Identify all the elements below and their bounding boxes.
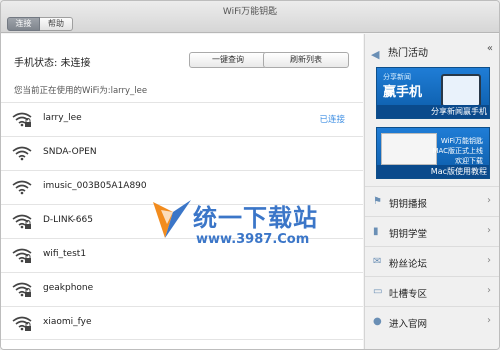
wifi-icon [12,214,32,229]
bookmark-icon: ▮ [373,226,379,237]
sidebar: ◀ 热门活动 « 分享新闻 赢手机 分享新闻赢手机 WiFi万能钥匙 MAC版正式… [364,34,499,349]
wifi-icon [12,248,32,263]
phone-status: 手机状态: 未连接 [14,58,91,69]
title-bar: WiFi万能钥匙 连接 帮助 [1,1,499,33]
sidebar-item-label: 粉丝论坛 [389,259,428,270]
current-wifi-text: 您当前正在使用的WiFi为:larry_lee [14,86,148,96]
tab-help[interactable]: 帮助 [40,17,73,31]
window-title: WiFi万能钥匙 [222,7,278,17]
sidebar-item-label: 进入官网 [389,319,428,330]
comment-icon: ▭ [373,286,383,297]
watermark-logo-icon [153,200,191,238]
banner2-line1: WiFi万能钥匙 [440,137,483,145]
screenshot-image [381,133,437,165]
sidebar-item-complaints[interactable]: ▭ 吐槽专区 › [365,276,499,306]
user-icon: ● [373,316,382,327]
hot-events-label: 热门活动 [388,48,428,59]
connected-status: 已连接 [319,115,345,125]
chevron-right-icon: › [487,225,491,236]
wifi-ssid: D-LINK-665 [43,215,93,225]
tab-connect[interactable]: 连接 [7,17,40,31]
tab-bar: 连接 帮助 [7,17,73,31]
wifi-network-row[interactable]: geakphone [1,272,363,306]
wifi-network-row[interactable]: xiaomi_fye [1,306,363,340]
banner2-line2: MAC版正式上线 [432,147,483,155]
megaphone-icon: ◀ [371,48,380,61]
chevron-right-icon: › [487,195,491,206]
wifi-icon [12,146,32,161]
chevron-right-icon: › [487,315,491,326]
watermark-text: 统一下载站 [193,204,318,232]
banner2-caption: Mac版使用教程 [377,165,489,178]
sidebar-item-broadcast[interactable]: ⚑ 钥钥播报 › [365,186,499,216]
wifi-ssid: geakphone [43,283,94,293]
wifi-ssid: SNDA-OPEN [43,147,97,157]
sidebar-item-school[interactable]: ▮ 钥钥学堂 › [365,216,499,246]
wifi-icon [12,282,32,297]
banner-share-news[interactable]: 分享新闻 赢手机 分享新闻赢手机 [376,67,490,119]
wifi-ssid: larry_lee [43,113,82,123]
chevron-right-icon: › [487,255,491,266]
refresh-list-button[interactable]: 刷新列表 [263,52,349,68]
sidebar-item-website[interactable]: ● 进入官网 › [365,306,499,336]
wifi-icon [12,316,32,331]
wifi-ssid: imusic_003B05A1A890 [43,181,147,191]
flag-icon: ⚑ [373,196,382,207]
sidebar-item-label: 钥钥学堂 [389,229,428,240]
main-panel: 手机状态: 未连接 一键查询 刷新列表 您当前正在使用的WiFi为:larry_… [1,34,363,349]
wifi-ssid: wifi_test1 [43,249,87,259]
sidebar-item-forum[interactable]: ✉ 粉丝论坛 › [365,246,499,276]
chat-icon: ✉ [373,256,382,267]
chevron-right-icon: › [487,285,491,296]
wifi-ssid: xiaomi_fye [43,317,92,327]
sidebar-item-label: 吐槽专区 [389,289,428,300]
banner1-big-text: 赢手机 [383,85,423,100]
banner1-caption: 分享新闻赢手机 [377,105,489,118]
banner-mac-tutorial[interactable]: WiFi万能钥匙 MAC版正式上线 欢迎下载 Mac版使用教程 [376,127,490,179]
one-click-query-button[interactable]: 一键查询 [189,52,267,68]
app-window: WiFi万能钥匙 连接 帮助 手机状态: 未连接 一键查询 刷新列表 您当前正在… [0,0,500,350]
hot-events-header: ◀ 热门活动 [371,44,428,61]
wifi-icon [12,112,32,127]
watermark: 统一下载站 www.3987.Com [151,194,361,254]
banner2-text: WiFi万能钥匙 MAC版正式上线 欢迎下载 [432,136,483,166]
collapse-icon[interactable]: « [487,43,493,54]
phone-image [441,74,481,107]
watermark-url: www.3987.Com [196,232,310,247]
sidebar-item-label: 钥钥播报 [389,199,428,210]
wifi-network-row[interactable]: SNDA-OPEN [1,136,363,170]
wifi-network-row[interactable]: larry_lee 已连接 [1,102,363,136]
wifi-icon [12,180,32,195]
sidebar-menu: ⚑ 钥钥播报 › ▮ 钥钥学堂 › ✉ 粉丝论坛 › ▭ 吐槽专区 › ● 进入 [365,186,499,336]
